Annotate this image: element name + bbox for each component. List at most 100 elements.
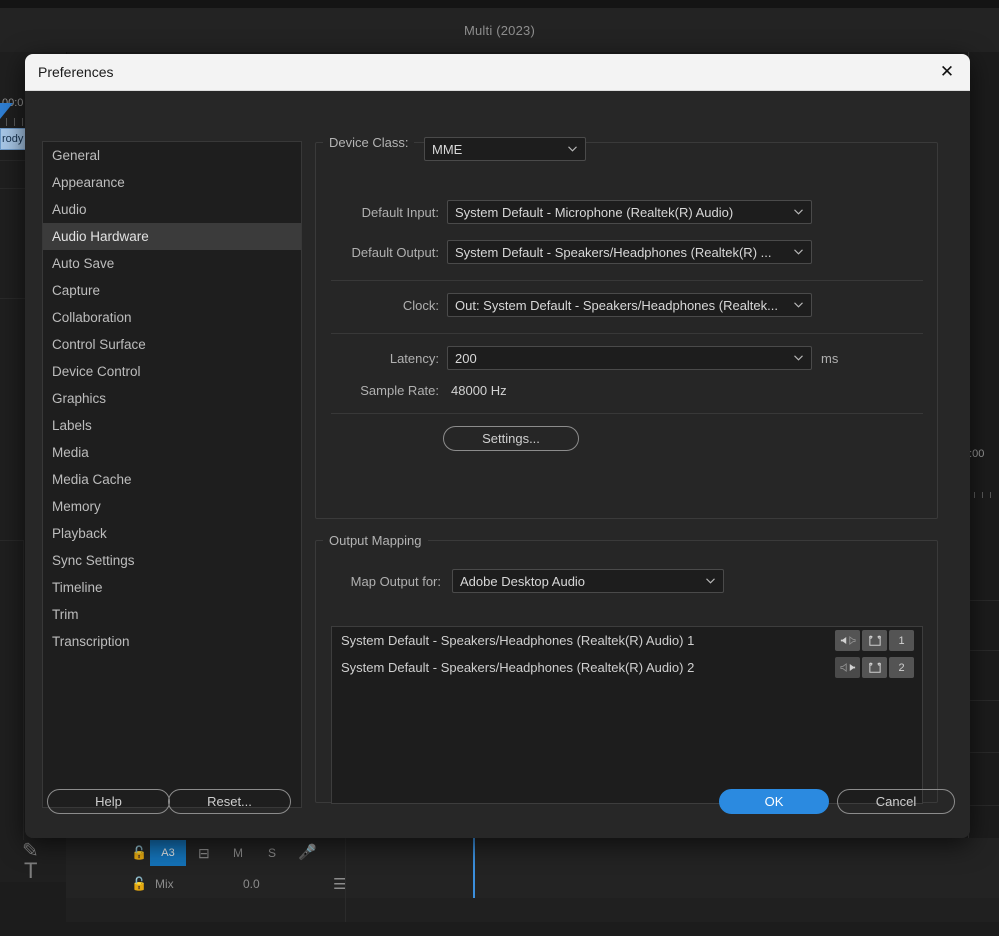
sample-rate-row: Sample Rate: 48000 Hz bbox=[331, 383, 923, 398]
bracket-icon[interactable] bbox=[862, 657, 887, 678]
map-output-select[interactable]: Adobe Desktop Audio bbox=[452, 569, 724, 593]
chevron-down-icon bbox=[794, 302, 803, 308]
chevron-down-icon bbox=[794, 355, 803, 361]
default-output-select[interactable]: System Default - Speakers/Headphones (Re… bbox=[447, 240, 812, 264]
sidebar-item-audio-hardware[interactable]: Audio Hardware bbox=[43, 223, 301, 250]
map-output-row: Map Output for: Adobe Desktop Audio bbox=[331, 569, 923, 593]
settings-button[interactable]: Settings... bbox=[443, 426, 579, 451]
sidebar-item-general[interactable]: General bbox=[43, 142, 301, 169]
device-class-label: Device Class: bbox=[323, 135, 414, 150]
type-icon[interactable]: T bbox=[24, 858, 37, 884]
app-title: Multi (2023) bbox=[464, 23, 535, 38]
dialog-titlebar: Preferences ✕ bbox=[25, 54, 970, 91]
sidebar-item-control-surface[interactable]: Control Surface bbox=[43, 331, 301, 358]
sidebar-item-collaboration[interactable]: Collaboration bbox=[43, 304, 301, 331]
dialog-body: General Appearance Audio Audio Hardware … bbox=[25, 91, 970, 838]
chevron-down-icon bbox=[568, 146, 577, 152]
clock-label: Clock: bbox=[331, 298, 439, 313]
track-mute-button[interactable]: M bbox=[233, 846, 243, 860]
ruler-tick bbox=[990, 492, 991, 498]
sidebar-item-memory[interactable]: Memory bbox=[43, 493, 301, 520]
ruler-tick bbox=[22, 118, 23, 126]
ok-button[interactable]: OK bbox=[719, 789, 829, 814]
track-solo-button[interactable]: S bbox=[268, 846, 276, 860]
chevron-down-icon bbox=[794, 249, 803, 255]
sample-rate-label: Sample Rate: bbox=[331, 383, 439, 398]
sidebar-item-labels[interactable]: Labels bbox=[43, 412, 301, 439]
dialog-footer: Help Reset... OK Cancel bbox=[25, 783, 970, 838]
latency-unit: ms bbox=[821, 351, 838, 366]
latency-row: Latency: 200 ms bbox=[331, 346, 923, 370]
track-name-a3[interactable]: A3 bbox=[150, 840, 186, 866]
sidebar-item-trim[interactable]: Trim bbox=[43, 601, 301, 628]
sidebar-item-device-control[interactable]: Device Control bbox=[43, 358, 301, 385]
timeline-divider bbox=[968, 650, 999, 651]
channel-number[interactable]: 2 bbox=[889, 657, 914, 678]
timeline-divider bbox=[968, 700, 999, 701]
sidebar-item-capture[interactable]: Capture bbox=[43, 277, 301, 304]
sidebar-item-media[interactable]: Media bbox=[43, 439, 301, 466]
table-row[interactable]: System Default - Speakers/Headphones (Re… bbox=[332, 627, 922, 654]
speaker-left-icon[interactable] bbox=[835, 630, 860, 651]
mapping-name: System Default - Speakers/Headphones (Re… bbox=[332, 660, 694, 675]
track-name-mix: Mix bbox=[155, 877, 174, 891]
timeline-divider bbox=[0, 540, 24, 541]
sidebar-item-auto-save[interactable]: Auto Save bbox=[43, 250, 301, 277]
cancel-button[interactable]: Cancel bbox=[837, 789, 955, 814]
sidebar-item-graphics[interactable]: Graphics bbox=[43, 385, 301, 412]
default-input-label: Default Input: bbox=[331, 205, 439, 220]
device-class-value: MME bbox=[432, 142, 462, 157]
sidebar-item-appearance[interactable]: Appearance bbox=[43, 169, 301, 196]
timeline-clip[interactable]: rody bbox=[0, 128, 26, 150]
track-divider bbox=[345, 838, 346, 922]
bracket-icon[interactable] bbox=[862, 630, 887, 651]
latency-select[interactable]: 200 bbox=[447, 346, 812, 370]
default-input-row: Default Input: System Default - Micropho… bbox=[331, 200, 923, 224]
sidebar-item-media-cache[interactable]: Media Cache bbox=[43, 466, 301, 493]
playhead[interactable] bbox=[473, 838, 475, 898]
ruler-tick bbox=[974, 492, 975, 498]
latency-label: Latency: bbox=[331, 351, 439, 366]
sidebar-item-sync-settings[interactable]: Sync Settings bbox=[43, 547, 301, 574]
mapping-controls: 1 bbox=[835, 630, 914, 651]
sidebar-item-playback[interactable]: Playback bbox=[43, 520, 301, 547]
close-icon[interactable]: ✕ bbox=[924, 54, 970, 90]
sample-rate-value: 48000 Hz bbox=[451, 383, 507, 398]
device-class-group: Device Class: MME Default Input: System … bbox=[315, 135, 938, 519]
preferences-dialog: Preferences ✕ General Appearance Audio A… bbox=[25, 54, 970, 838]
track-row-empty bbox=[66, 898, 999, 922]
default-output-label: Default Output: bbox=[331, 245, 439, 260]
table-row[interactable]: System Default - Speakers/Headphones (Re… bbox=[332, 654, 922, 681]
timeline-divider bbox=[23, 540, 24, 840]
divider bbox=[331, 333, 923, 334]
sync-icon[interactable]: ⊟ bbox=[198, 845, 210, 862]
channel-number[interactable]: 1 bbox=[889, 630, 914, 651]
ruler-tick bbox=[14, 118, 15, 126]
track-volume-value[interactable]: 0.0 bbox=[243, 877, 260, 891]
reset-button[interactable]: Reset... bbox=[168, 789, 291, 814]
output-mapping-list[interactable]: System Default - Speakers/Headphones (Re… bbox=[331, 626, 923, 804]
help-button[interactable]: Help bbox=[47, 789, 170, 814]
lock-icon[interactable]: 🔓 bbox=[131, 876, 147, 892]
sidebar-item-timeline[interactable]: Timeline bbox=[43, 574, 301, 601]
speaker-right-icon[interactable] bbox=[835, 657, 860, 678]
device-class-select[interactable]: MME bbox=[424, 137, 586, 161]
microphone-icon[interactable]: 🎤 bbox=[298, 843, 317, 861]
timeline-divider bbox=[968, 752, 999, 753]
clip-marker-triangle bbox=[0, 103, 13, 119]
ruler-tick bbox=[6, 118, 7, 126]
clock-row: Clock: Out: System Default - Speakers/He… bbox=[331, 293, 923, 317]
lock-icon[interactable]: 🔓 bbox=[131, 845, 147, 861]
sidebar-item-transcription[interactable]: Transcription bbox=[43, 628, 301, 655]
default-input-select[interactable]: System Default - Microphone (Realtek(R) … bbox=[447, 200, 812, 224]
sidebar-item-audio[interactable]: Audio bbox=[43, 196, 301, 223]
timeline-divider bbox=[968, 600, 999, 601]
track-row-mix[interactable] bbox=[66, 868, 999, 899]
chevron-down-icon bbox=[706, 578, 715, 584]
default-output-row: Default Output: System Default - Speaker… bbox=[331, 240, 923, 264]
clock-value: Out: System Default - Speakers/Headphone… bbox=[455, 298, 778, 313]
clock-select[interactable]: Out: System Default - Speakers/Headphone… bbox=[447, 293, 812, 317]
divider bbox=[331, 280, 923, 281]
default-input-value: System Default - Microphone (Realtek(R) … bbox=[455, 205, 733, 220]
preferences-category-list[interactable]: General Appearance Audio Audio Hardware … bbox=[42, 141, 302, 808]
